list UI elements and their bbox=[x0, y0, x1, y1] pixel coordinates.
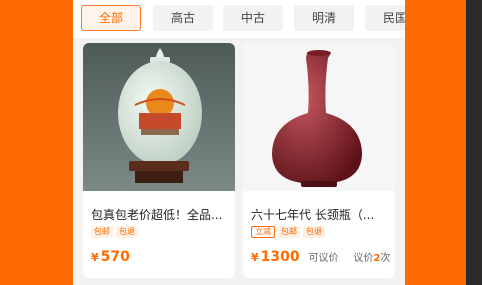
product-title[interactable]: 六十七年代 长颈瓶（... bbox=[251, 206, 389, 223]
product-tags: 包邮 包退 bbox=[91, 226, 138, 238]
app-screen: 全部 高古 中古 明清 民国 包真包老价超低！全品... 包邮 包退 ¥ 570… bbox=[73, 0, 405, 285]
product-image[interactable] bbox=[83, 43, 235, 191]
tag-returnable: 包退 bbox=[116, 226, 138, 238]
negotiable-label: 可议价 bbox=[308, 253, 339, 264]
bargain-count: 议价2次 bbox=[353, 253, 391, 264]
side-edge bbox=[466, 0, 482, 285]
product-tags: 立减 包邮 包退 bbox=[251, 226, 325, 238]
price: ¥1300 可议价 议价2次 bbox=[251, 249, 391, 265]
category-tabs: 全部 高古 中古 明清 民国 bbox=[73, 0, 405, 38]
product-title[interactable]: 包真包老价超低！全品... bbox=[91, 206, 229, 223]
tab-medieval[interactable]: 中古 bbox=[223, 5, 283, 31]
tag-discount: 立减 bbox=[251, 226, 275, 238]
tag-returnable: 包退 bbox=[303, 226, 325, 238]
tab-ancient[interactable]: 高古 bbox=[153, 5, 213, 31]
tab-ming-qing[interactable]: 明清 bbox=[294, 5, 354, 31]
product-card-1[interactable]: 包真包老价超低！全品... 包邮 包退 ¥570 bbox=[83, 43, 235, 278]
tag-free-shipping: 包邮 bbox=[91, 226, 113, 238]
product-image[interactable] bbox=[243, 43, 395, 191]
tag-free-shipping: 包邮 bbox=[278, 226, 300, 238]
tab-republic[interactable]: 民国 bbox=[365, 5, 405, 31]
product-card-2[interactable]: 六十七年代 长颈瓶（... 立减 包邮 包退 ¥1300 可议价 议价2次 bbox=[243, 43, 395, 278]
tab-all[interactable]: 全部 bbox=[81, 5, 141, 31]
price: ¥570 bbox=[91, 249, 130, 265]
